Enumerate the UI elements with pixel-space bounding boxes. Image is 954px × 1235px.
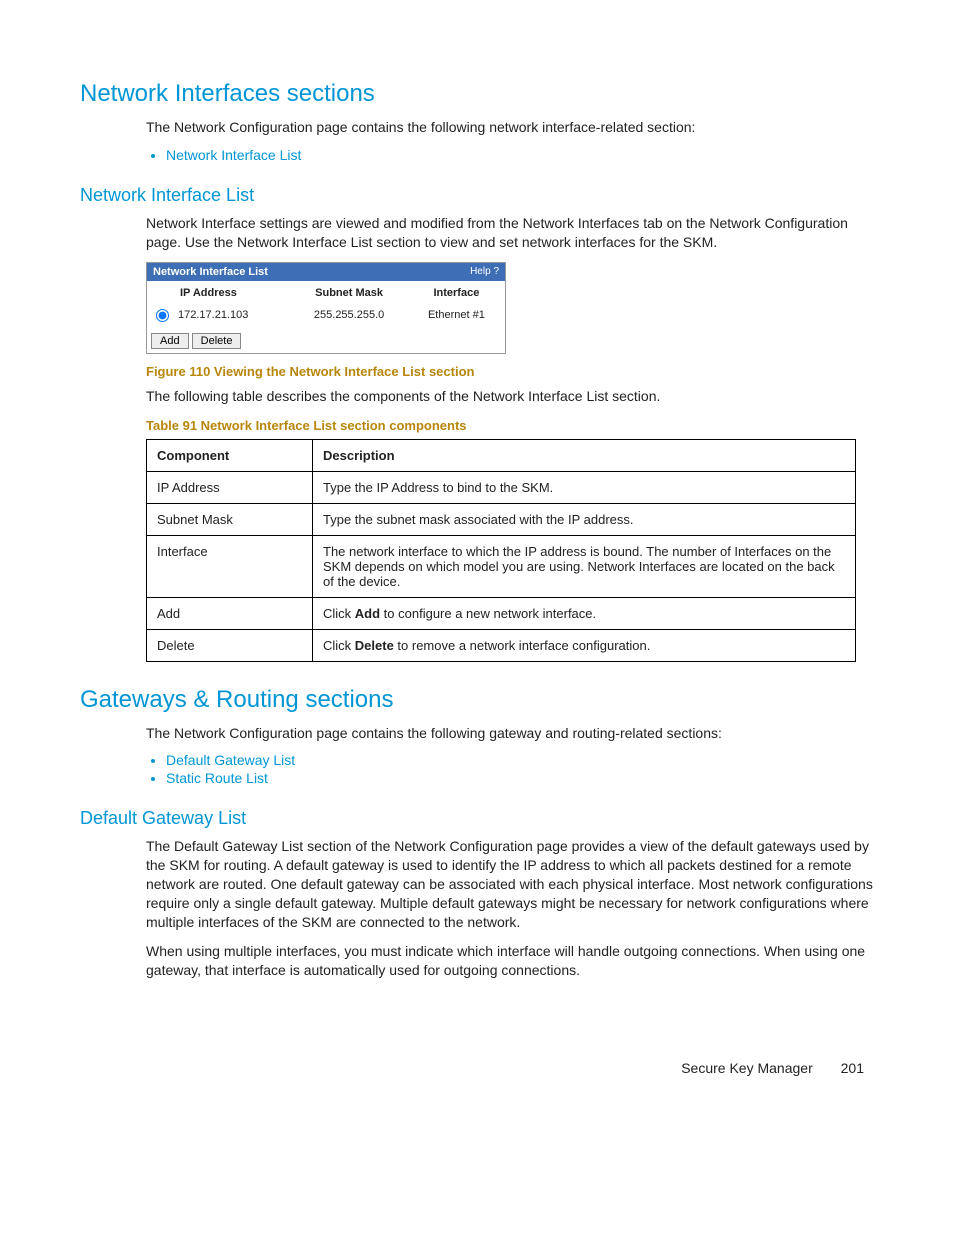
col-interface: Interface: [408, 281, 505, 303]
link-static-route-list[interactable]: Static Route List: [166, 770, 268, 786]
help-icon: ?: [493, 266, 499, 277]
cell-description: Click Add to configure a new network int…: [313, 597, 856, 629]
components-table: Component Description IP Address Type th…: [146, 439, 856, 662]
table-row: Add Click Add to configure a new network…: [147, 597, 856, 629]
paragraph-table-intro: The following table describes the compon…: [146, 387, 874, 406]
th-description: Description: [313, 439, 856, 471]
link-default-gateway-list[interactable]: Default Gateway List: [166, 752, 295, 768]
cell-component: Interface: [147, 535, 313, 597]
cell-description: Type the IP Address to bind to the SKM.: [313, 471, 856, 503]
paragraph-dgl-2: When using multiple interfaces, you must…: [146, 942, 874, 980]
figure-caption: Figure 110 Viewing the Network Interface…: [146, 364, 874, 379]
page-footer: Secure Key Manager 201: [80, 1060, 874, 1076]
table-row: Interface The network interface to which…: [147, 535, 856, 597]
table-row: IP Address Type the IP Address to bind t…: [147, 471, 856, 503]
page-number: 201: [841, 1060, 864, 1076]
cell-description: Type the subnet mask associated with the…: [313, 503, 856, 535]
table-row: 172.17.21.103 255.255.255.0 Ethernet #1: [147, 303, 505, 331]
cell-description: Click Delete to remove a network interfa…: [313, 629, 856, 661]
panel-title: Network Interface List: [153, 266, 268, 278]
cell-component: Delete: [147, 629, 313, 661]
footer-label: Secure Key Manager: [681, 1060, 813, 1076]
table-row: Delete Click Delete to remove a network …: [147, 629, 856, 661]
cell-mask: 255.255.255.0: [290, 303, 407, 331]
delete-button[interactable]: Delete: [192, 333, 242, 349]
cell-ip: 172.17.21.103: [176, 303, 290, 331]
paragraph-dgl-1: The Default Gateway List section of the …: [146, 837, 874, 931]
bullet-list-2: Default Gateway List Static Route List: [146, 752, 874, 786]
cell-component: IP Address: [147, 471, 313, 503]
cell-component: Subnet Mask: [147, 503, 313, 535]
help-link[interactable]: Help ?: [470, 266, 499, 277]
link-network-interface-list[interactable]: Network Interface List: [166, 147, 301, 163]
table-caption: Table 91 Network Interface List section …: [146, 418, 874, 433]
add-button[interactable]: Add: [151, 333, 189, 349]
heading-network-interfaces-sections: Network Interfaces sections: [80, 80, 874, 108]
intro-paragraph-2: The Network Configuration page contains …: [146, 724, 874, 743]
cell-component: Add: [147, 597, 313, 629]
network-interface-list-panel: Network Interface List Help ? IP Address…: [146, 262, 506, 354]
th-component: Component: [147, 439, 313, 471]
intro-paragraph-1: The Network Configuration page contains …: [146, 118, 874, 137]
subheading-network-interface-list: Network Interface List: [80, 185, 874, 206]
col-ip-address: IP Address: [176, 281, 290, 303]
cell-description: The network interface to which the IP ad…: [313, 535, 856, 597]
cell-interface: Ethernet #1: [408, 303, 505, 331]
heading-gateways-routing-sections: Gateways & Routing sections: [80, 686, 874, 714]
row-radio[interactable]: [156, 309, 169, 322]
bullet-list-1: Network Interface List: [146, 147, 874, 163]
paragraph-nil-intro: Network Interface settings are viewed an…: [146, 214, 874, 252]
subheading-default-gateway-list: Default Gateway List: [80, 808, 874, 829]
col-subnet-mask: Subnet Mask: [290, 281, 407, 303]
table-row: Subnet Mask Type the subnet mask associa…: [147, 503, 856, 535]
